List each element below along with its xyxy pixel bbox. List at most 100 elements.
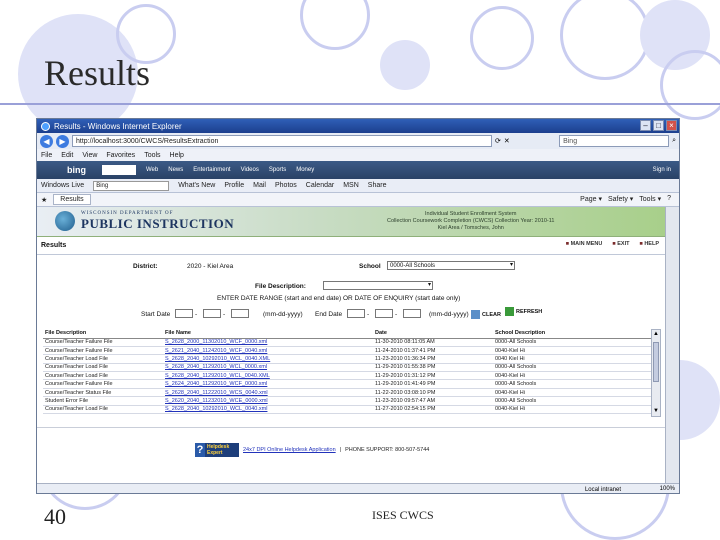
menu-file[interactable]: File	[41, 152, 52, 159]
menu-bar: File Edit View Favorites Tools Help	[37, 149, 679, 161]
file-name-link[interactable]: S_2621_2040_11242010_WCF_0040.xml	[163, 346, 373, 356]
close-button[interactable]: ×	[666, 120, 677, 131]
helpdesk-logo: ? Helpdesk Expert	[195, 443, 239, 457]
address-input[interactable]: http://localhost:3000/CWCS/ResultsExtrac…	[72, 135, 492, 147]
end-month-input[interactable]	[347, 309, 365, 318]
bing-web[interactable]: Web	[146, 167, 158, 173]
file-name-link[interactable]: S_2628_2040_11222010_WCS_0040.xml	[163, 388, 373, 398]
main-menu-link[interactable]: MAIN MENU	[566, 241, 603, 247]
file-name-link[interactable]: S_2620_2040_11232010_WCE_0000.xml	[163, 396, 373, 406]
start-year-input[interactable]	[231, 309, 249, 318]
bing-search-input[interactable]	[102, 165, 136, 175]
col-school-description[interactable]: School Description	[493, 329, 651, 339]
school-select[interactable]: 0000-All Schools	[387, 261, 515, 270]
decorative-circle	[300, 0, 370, 50]
menu-tools[interactable]: Tools	[144, 152, 160, 159]
windows-live-toolbar: Windows Live Bing What's New Profile Mai…	[37, 179, 679, 193]
bing-money[interactable]: Money	[296, 167, 314, 173]
bing-entertainment[interactable]: Entertainment	[193, 167, 230, 173]
school-description-cell: 0000-All Schools	[493, 379, 651, 389]
col-file-name[interactable]: File Name	[163, 329, 373, 339]
col-date[interactable]: Date	[373, 329, 493, 339]
start-date-label: Start Date	[141, 311, 171, 318]
file-name-link[interactable]: S_2624_2040_11292010_WCF_0000.xml	[163, 379, 373, 389]
helpdesk-link[interactable]: 24x7 DPI Online Helpdesk Application	[243, 447, 336, 453]
scroll-up-icon[interactable]: ▲	[652, 330, 660, 339]
table-header-row: File Description File Name Date School D…	[43, 329, 651, 339]
stop-icon[interactable]: ✕	[504, 137, 510, 145]
bing-signin[interactable]: Sign in	[653, 167, 671, 173]
separator: |	[339, 447, 342, 453]
table-row: Course/Teacher Failure File S_2628_2000_1…	[43, 338, 651, 347]
end-year-input[interactable]	[403, 309, 421, 318]
wl-photos[interactable]: Photos	[275, 182, 297, 189]
exit-link[interactable]: EXIT	[612, 241, 629, 247]
date-cell: 11-23-2010 01:36:34 PM	[373, 354, 493, 364]
menu-favorites[interactable]: Favorites	[106, 152, 135, 159]
banner-line: Individual Student Enrollment System	[425, 211, 517, 217]
school-description-cell: 0000-All Schools	[493, 338, 651, 347]
slide-title: Results	[44, 53, 151, 93]
clear-button[interactable]: CLEAR	[471, 310, 501, 319]
file-name-link[interactable]: S_2628_2000_11302010_WCF_0000.xml	[163, 338, 373, 347]
browser-window: Results - Windows Internet Explorer – □ …	[36, 118, 680, 494]
bing-sports[interactable]: Sports	[269, 167, 286, 173]
tools-menu[interactable]: Tools ▾	[639, 195, 661, 203]
windows-live-search[interactable]: Bing	[93, 180, 170, 191]
search-icon[interactable]: ⌕	[672, 137, 676, 145]
refresh-icon[interactable]: ⟳	[495, 137, 501, 145]
district-label: District:	[133, 263, 158, 270]
window-titlebar[interactable]: Results - Windows Internet Explorer – □ …	[37, 119, 679, 133]
file-name-link[interactable]: S_2628_2040_11292010_WCL_0040.XML	[163, 371, 373, 381]
end-day-input[interactable]	[375, 309, 393, 318]
help-link[interactable]: HELP	[639, 241, 659, 247]
table-scrollbar[interactable]: ▲ ▼	[651, 329, 661, 417]
school-description-cell: 0040-Kiel Hi	[493, 405, 651, 415]
file-description-select[interactable]	[323, 281, 433, 290]
safety-menu[interactable]: Safety ▾	[608, 195, 633, 203]
search-input[interactable]: Bing	[559, 135, 670, 147]
menu-view[interactable]: View	[82, 152, 97, 159]
scroll-thumb[interactable]	[653, 342, 659, 382]
help-menu[interactable]: ?	[667, 195, 671, 203]
forward-button[interactable]: ▶	[56, 134, 69, 148]
wl-calendar[interactable]: Calendar	[306, 182, 334, 189]
wl-mail[interactable]: Mail	[253, 182, 266, 189]
menu-edit[interactable]: Edit	[61, 152, 73, 159]
wl-whats-new[interactable]: What's New	[178, 182, 215, 189]
wl-share[interactable]: Share	[368, 182, 387, 189]
file-name-link[interactable]: S_2628_2040_10292010_WCL_0040.xml	[163, 405, 373, 415]
file-name-link[interactable]: S_2628_2040_10292010_WCL_0040.XML	[163, 354, 373, 364]
file-description-cell: Course/Teacher Failure File	[43, 346, 163, 356]
decorative-circle	[560, 0, 650, 80]
zoom-level[interactable]: 100%	[660, 486, 675, 492]
start-day-input[interactable]	[203, 309, 221, 318]
favorites-star-icon[interactable]: ★	[41, 196, 47, 204]
maximize-button[interactable]: □	[653, 120, 664, 131]
tab-results[interactable]: Results	[53, 194, 91, 205]
scroll-down-icon[interactable]: ▼	[652, 407, 660, 416]
windows-live-label: Windows Live	[41, 182, 85, 189]
status-bar: Local intranet 100%	[37, 483, 679, 493]
file-description-cell: Course/Teacher Load File	[43, 371, 163, 381]
file-name-link[interactable]: S_2628_2040_11292010_WCL_0000.xml	[163, 363, 373, 373]
col-file-description[interactable]: File Description	[43, 329, 163, 339]
page-scrollbar[interactable]	[665, 207, 679, 483]
dpi-logo-icon	[55, 211, 75, 231]
wl-msn[interactable]: MSN	[343, 182, 359, 189]
ie-icon	[41, 121, 50, 131]
refresh-button[interactable]: REFRESH	[505, 307, 542, 316]
school-description-cell: 0000-All Schools	[493, 396, 651, 406]
logo-big-text: PUBLIC INSTRUCTION	[81, 216, 235, 231]
menu-help[interactable]: Help	[170, 152, 184, 159]
wl-profile[interactable]: Profile	[224, 182, 244, 189]
title-divider	[0, 103, 720, 105]
back-button[interactable]: ◀	[40, 134, 53, 148]
minimize-button[interactable]: –	[640, 120, 651, 131]
start-month-input[interactable]	[175, 309, 193, 318]
bing-news[interactable]: News	[168, 167, 183, 173]
file-description-cell: Course/Teacher Failure File	[43, 379, 163, 389]
bing-videos[interactable]: Videos	[241, 167, 259, 173]
page-menu[interactable]: Page ▾	[580, 195, 602, 203]
results-table: File Description File Name Date School D…	[43, 329, 651, 415]
